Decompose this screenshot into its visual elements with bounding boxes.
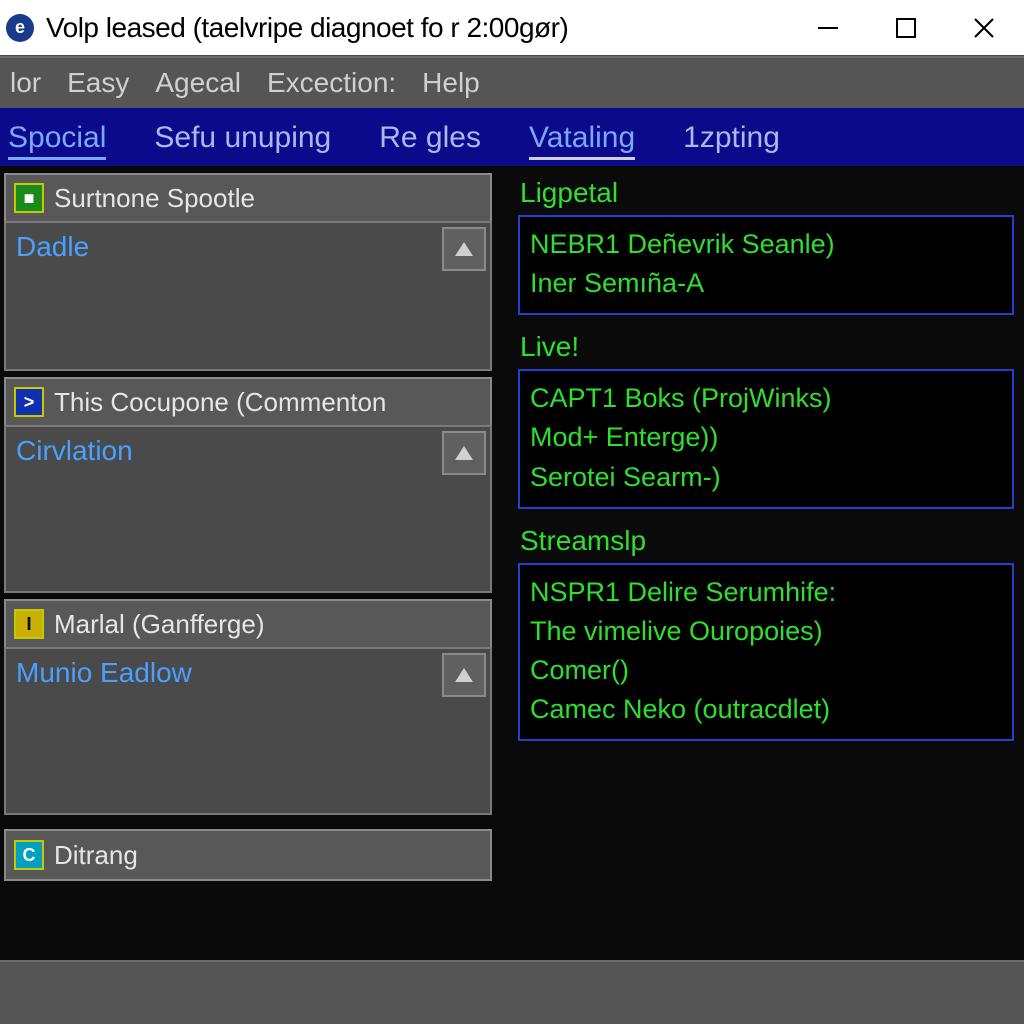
app-icon: e [6, 14, 34, 42]
group-box: CAPT1 Boks (ProjWinks) Mod+ Enterge)) Se… [518, 369, 1014, 508]
panel-header[interactable]: > This Cocupone (Commenton [4, 377, 492, 425]
log-line: The vimelive Ouropoies) [530, 612, 1002, 651]
panel-title: Ditrang [54, 840, 138, 871]
group-box: NSPR1 Delire Serumhife: The vimelive Our… [518, 563, 1014, 742]
group-live: Live! CAPT1 Boks (ProjWinks) Mod+ Enterg… [518, 325, 1014, 508]
panel-cocupone: > This Cocupone (Commenton Cirvlation [4, 377, 492, 593]
left-column: ■ Surtnone Spootle Dadle > This Cocupone… [0, 167, 500, 960]
log-line: NSPR1 Delire Serumhife: [530, 573, 1002, 612]
tab-label: 1zpting [683, 121, 780, 154]
group-title: Live! [520, 331, 1014, 363]
panel-ditrang[interactable]: C Ditrang [4, 829, 492, 881]
log-line: Serotei Searm-) [530, 458, 1002, 497]
panel-link[interactable]: Munio Eadlow [16, 657, 192, 689]
panel-header[interactable]: ■ Surtnone Spootle [4, 173, 492, 221]
group-title: Streamslp [520, 525, 1014, 557]
panel-surtnone: ■ Surtnone Spootle Dadle [4, 173, 492, 371]
app-window: e Volp leased (taelvripe diagnoet fo r 2… [0, 0, 1024, 1024]
scroll-up-button[interactable] [442, 653, 486, 697]
menubar: lor Easy Agecal Excection: Help [0, 56, 1024, 108]
panel-body: Munio Eadlow [4, 647, 492, 815]
group-streamslp: Streamslp NSPR1 Delire Serumhife: The vi… [518, 519, 1014, 742]
app-body: ■ Surtnone Spootle Dadle > This Cocupone… [0, 166, 1024, 960]
close-button[interactable] [964, 8, 1004, 48]
group-box: NEBR1 Deñevrik Seanle) Iner Semıña-A [518, 215, 1014, 315]
titlebar: e Volp leased (taelvripe diagnoet fo r 2… [0, 0, 1024, 56]
panel-title: This Cocupone (Commenton [54, 387, 386, 418]
panel-title: Surtnone Spootle [54, 183, 255, 214]
tab-spocial[interactable]: Spocial [2, 115, 112, 166]
tab-vataling[interactable]: Vataling [523, 115, 641, 166]
panel-link[interactable]: Cirvlation [16, 435, 133, 467]
window-controls [808, 8, 1004, 48]
panel-icon: C [14, 840, 44, 870]
panel-icon: I [14, 609, 44, 639]
panel-body: Cirvlation [4, 425, 492, 593]
log-line: Mod+ Enterge)) [530, 418, 1002, 457]
tab-label: Sefu unuping [154, 121, 331, 154]
group-ligpetal: Ligpetal NEBR1 Deñevrik Seanle) Iner Sem… [518, 171, 1014, 315]
menu-item[interactable]: Agecal [155, 67, 241, 99]
tab-label: Spocial [8, 121, 106, 154]
maximize-button[interactable] [886, 8, 926, 48]
tab-1zpting[interactable]: 1zpting [677, 115, 786, 166]
tab-label: Vataling [529, 121, 635, 154]
right-column: Ligpetal NEBR1 Deñevrik Seanle) Iner Sem… [500, 167, 1024, 960]
menu-item[interactable]: Excection: [267, 67, 396, 99]
panel-header[interactable]: I Marlal (Ganfferge) [4, 599, 492, 647]
panel-title: Marlal (Ganfferge) [54, 609, 265, 640]
footer-strip [0, 960, 1024, 1024]
log-line: Iner Semıña-A [530, 264, 1002, 303]
scroll-up-button[interactable] [442, 227, 486, 271]
tab-regles[interactable]: Re gles [373, 115, 487, 166]
group-title: Ligpetal [520, 177, 1014, 209]
window-title: Volp leased (taelvripe diagnoet fo r 2:0… [46, 12, 808, 44]
log-line: Comer() [530, 651, 1002, 690]
tab-label: Re gles [379, 121, 481, 154]
menu-item[interactable]: lor [10, 67, 41, 99]
menu-item[interactable]: Help [422, 67, 480, 99]
log-line: NEBR1 Deñevrik Seanle) [530, 225, 1002, 264]
tab-sefu[interactable]: Sefu unuping [148, 115, 337, 166]
log-line: Camec Neko (outracdlet) [530, 690, 1002, 729]
panel-icon: ■ [14, 183, 44, 213]
scroll-up-button[interactable] [442, 431, 486, 475]
log-line: CAPT1 Boks (ProjWinks) [530, 379, 1002, 418]
panel-marlal: I Marlal (Ganfferge) Munio Eadlow [4, 599, 492, 815]
panel-body: Dadle [4, 221, 492, 371]
panel-link[interactable]: Dadle [16, 231, 89, 263]
minimize-button[interactable] [808, 8, 848, 48]
tabbar: Spocial Sefu unuping Re gles Vataling 1z… [0, 108, 1024, 166]
panel-icon: > [14, 387, 44, 417]
menu-item[interactable]: Easy [67, 67, 129, 99]
